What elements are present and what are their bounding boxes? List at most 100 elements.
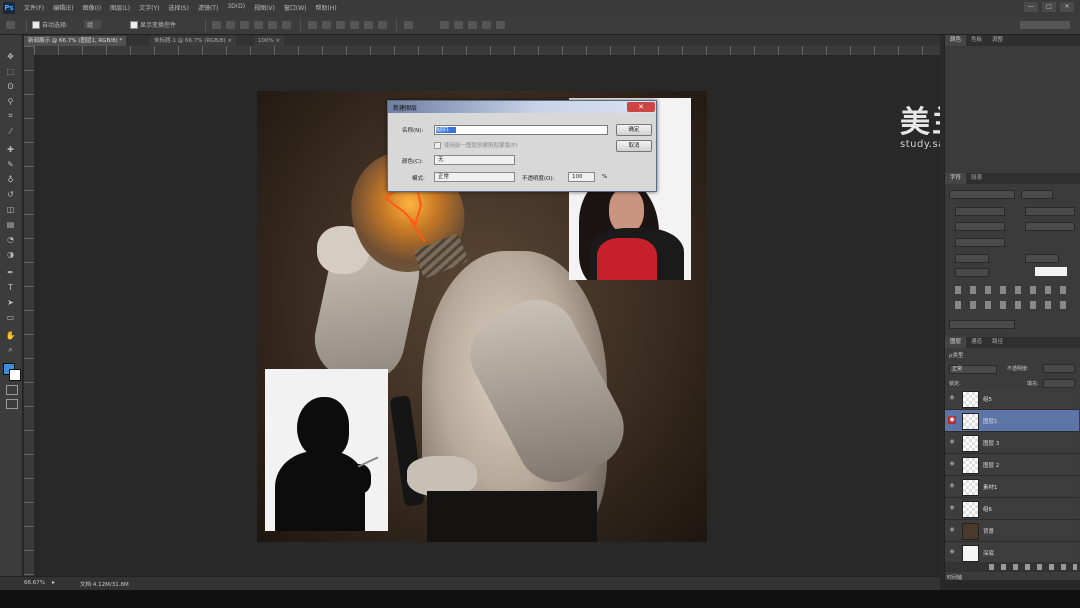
color-select[interactable]: 无 (434, 155, 515, 165)
tab-character[interactable]: 字符 (945, 173, 967, 184)
font-size-field[interactable] (955, 207, 1005, 216)
status-menu-icon[interactable]: ▸ (52, 579, 55, 586)
distribute-hcenter-icon[interactable] (364, 21, 373, 29)
align-top-icon[interactable] (212, 21, 221, 29)
auto-select-checkbox[interactable] (32, 21, 40, 29)
tab-channels[interactable]: 通道 (966, 337, 987, 348)
screen-mode-icon[interactable] (6, 399, 18, 409)
eye-icon[interactable]: ◉ (948, 416, 956, 424)
blur-tool-icon[interactable]: ◔ (5, 234, 16, 244)
tab-adjustments[interactable]: 调整 (987, 35, 1008, 46)
auto-align-icon[interactable] (404, 21, 413, 29)
silhouette-photo-layer[interactable] (265, 369, 388, 531)
eye-icon[interactable]: ◉ (948, 438, 956, 446)
dialog-close-button[interactable]: ✕ (627, 102, 655, 112)
eyedropper-tool-icon[interactable]: ⁄ (5, 126, 16, 136)
menu-filter[interactable]: 滤镜(T) (198, 3, 218, 12)
move-tool-icon[interactable]: ✥ (5, 51, 16, 61)
layer-action-icons[interactable] (989, 564, 1077, 570)
background-color-swatch[interactable] (9, 369, 21, 381)
menu-file[interactable]: 文件(F) (24, 3, 44, 12)
healing-tool-icon[interactable]: ✚ (5, 144, 16, 154)
layer-row[interactable]: ◉ 组6 (945, 498, 1079, 520)
workspace-switcher[interactable] (1020, 21, 1070, 29)
zoom-level[interactable]: 66.67% (24, 580, 45, 586)
zoom-tool-icon[interactable]: ⌕ (5, 345, 16, 355)
fill-field[interactable] (1043, 379, 1075, 388)
distribute-bottom-icon[interactable] (336, 21, 345, 29)
align-left-icon[interactable] (254, 21, 263, 29)
distribute-right-icon[interactable] (378, 21, 387, 29)
menu-type[interactable]: 文字(Y) (139, 3, 159, 12)
marquee-tool-icon[interactable]: ⬚ (5, 66, 16, 76)
opentype-buttons[interactable] (955, 301, 1073, 309)
menu-3d[interactable]: 3D(D) (227, 3, 245, 12)
text-style-buttons[interactable] (955, 286, 1073, 294)
language-field[interactable] (955, 268, 989, 277)
align-vcenter-icon[interactable] (226, 21, 235, 29)
layer-name-input[interactable]: 图层1 (434, 125, 608, 135)
align-hcenter-icon[interactable] (268, 21, 277, 29)
layer-row-selected[interactable]: ◉ 图层1 (945, 410, 1079, 432)
layer-opacity-field[interactable] (1043, 364, 1075, 373)
layer-kind-filter[interactable]: ρ类型 (949, 351, 964, 359)
auto-select-dropdown[interactable]: 组 (84, 20, 102, 29)
align-right-icon[interactable] (282, 21, 291, 29)
align-bottom-icon[interactable] (240, 21, 249, 29)
close-window-button[interactable]: ✕ (1060, 2, 1074, 12)
eye-icon[interactable]: ◉ (948, 394, 956, 402)
tab-document-1[interactable]: 新闻展示 @ 66.7% (图层1, RGB/8) * (24, 36, 127, 46)
eye-icon[interactable]: ◉ (948, 460, 956, 468)
eye-icon[interactable]: ◉ (948, 548, 956, 556)
maximize-button[interactable]: □ (1042, 2, 1056, 12)
crop-tool-icon[interactable]: ⌗ (5, 111, 16, 121)
tab-layers[interactable]: 图层 (945, 337, 967, 348)
gradient-tool-icon[interactable]: ▤ (5, 219, 16, 229)
leading-field[interactable] (1025, 207, 1075, 216)
kerning-field[interactable] (955, 222, 1005, 231)
opacity-input[interactable]: 100 (568, 172, 595, 182)
horizontal-scale-field[interactable] (955, 254, 989, 263)
layer-row[interactable]: ◉ 图层 2 (945, 454, 1079, 476)
tab-paths[interactable]: 路径 (987, 337, 1008, 348)
eye-icon[interactable]: ◉ (948, 482, 956, 490)
move-tool-preset-icon[interactable] (6, 21, 15, 29)
brush-tool-icon[interactable]: ✎ (5, 159, 16, 169)
eye-icon[interactable]: ◉ (948, 526, 956, 534)
distribute-top-icon[interactable] (308, 21, 317, 29)
baseline-shift-field[interactable] (1025, 254, 1059, 263)
3d-scale-icon[interactable] (496, 21, 505, 29)
3d-pan-icon[interactable] (468, 21, 477, 29)
type-tool-icon[interactable]: T (5, 282, 16, 292)
eye-icon[interactable]: ◉ (948, 504, 956, 512)
menu-select[interactable]: 选择(S) (168, 3, 189, 12)
layer-row[interactable]: ◉ 深底 (945, 542, 1079, 564)
menu-edit[interactable]: 编辑(E) (53, 3, 73, 12)
history-brush-tool-icon[interactable]: ↺ (5, 189, 16, 199)
menu-layer[interactable]: 图层(L) (110, 3, 130, 12)
vertical-scale-field[interactable] (955, 238, 1005, 247)
distribute-vcenter-icon[interactable] (322, 21, 331, 29)
blend-mode-select[interactable]: 正常 (949, 365, 997, 374)
tab-paragraph[interactable]: 段落 (966, 173, 987, 184)
font-style-field[interactable] (1021, 190, 1053, 199)
stamp-tool-icon[interactable]: ♁ (5, 174, 16, 184)
clipping-mask-checkbox[interactable] (434, 142, 441, 149)
mode-select[interactable]: 正常 (434, 172, 515, 182)
3d-roll-icon[interactable] (454, 21, 463, 29)
tracking-field[interactable] (1025, 222, 1075, 231)
quick-mask-icon[interactable] (6, 385, 18, 395)
layer-row[interactable]: ◉ 背景 (945, 520, 1079, 542)
menu-window[interactable]: 窗口(W) (284, 3, 307, 12)
ok-button[interactable]: 确定 (616, 124, 652, 136)
dialog-title-bar[interactable]: 新建图层 ✕ (388, 101, 656, 113)
distribute-left-icon[interactable] (350, 21, 359, 29)
tab-swatches[interactable]: 色板 (966, 35, 987, 46)
pen-tool-icon[interactable]: ✒ (5, 267, 16, 277)
menu-view[interactable]: 视图(V) (254, 3, 275, 12)
tab-color[interactable]: 颜色 (945, 35, 967, 46)
layer-row[interactable]: ◉ 组5 (945, 388, 1079, 410)
tab-document-2[interactable]: 未标题-1 @ 66.7% (RGB/8) × (150, 36, 237, 46)
menu-image[interactable]: 图像(I) (83, 3, 101, 12)
shape-tool-icon[interactable]: ▭ (5, 312, 16, 322)
